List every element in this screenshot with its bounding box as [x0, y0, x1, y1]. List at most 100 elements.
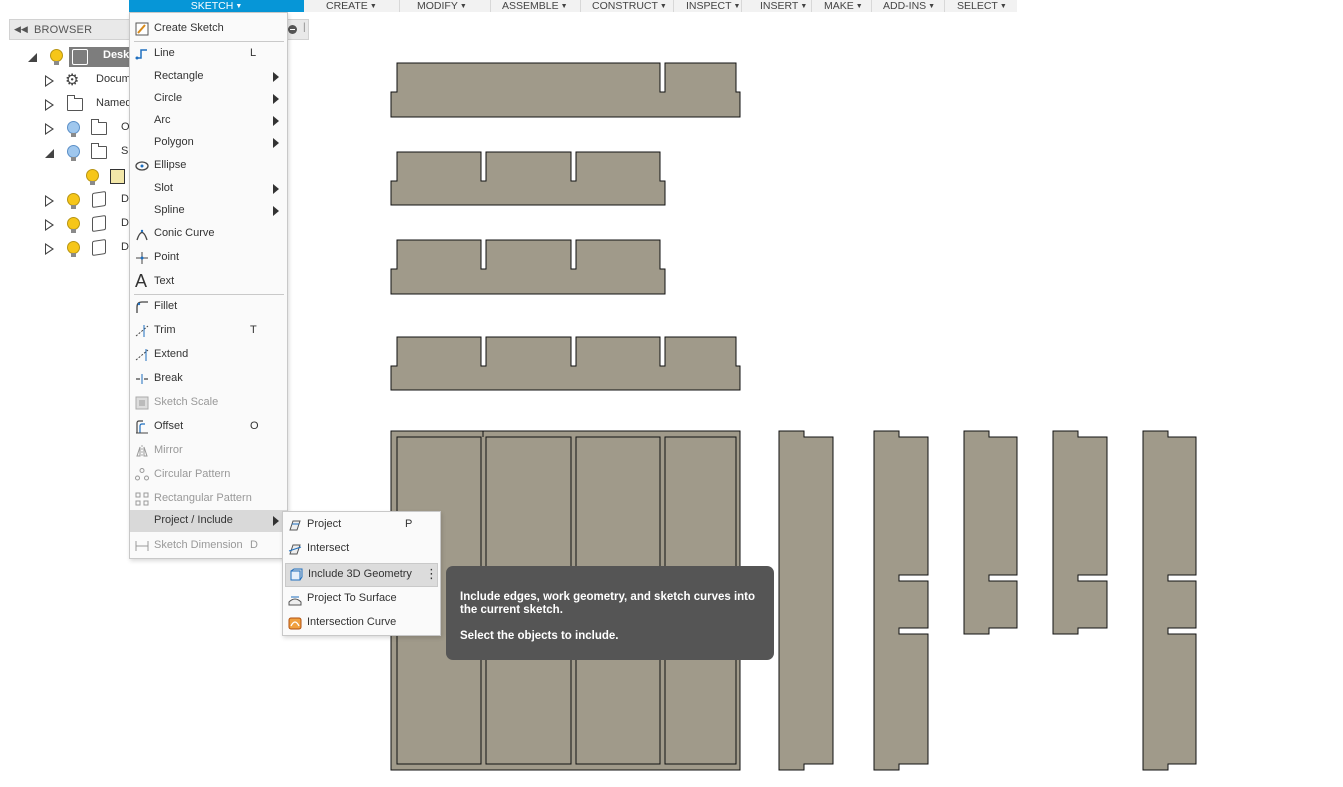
- visibility-bulb-icon[interactable]: [67, 217, 80, 233]
- menu-item-text[interactable]: A Text: [130, 271, 287, 293]
- body-icon: [92, 191, 106, 208]
- menu-item-fillet[interactable]: Fillet: [130, 296, 287, 318]
- menu-item-rectangular-pattern[interactable]: Rectangular Pattern: [130, 488, 287, 510]
- menu-item-break[interactable]: Break: [130, 368, 287, 390]
- assemble-tab[interactable]: ASSEMBLE ▼: [502, 0, 568, 12]
- minimize-icon[interactable]: [288, 25, 297, 34]
- sketch-tab-label: SKETCH: [190, 0, 234, 12]
- point-icon: [136, 252, 148, 264]
- collapsed-triangle-icon[interactable]: [45, 219, 54, 231]
- vertical-part-5[interactable]: [1142, 430, 1197, 771]
- inspect-tab-label: INSPECT: [686, 0, 732, 12]
- inspect-tab[interactable]: INSPECT ▼: [686, 0, 740, 12]
- toolbar-divider: [944, 0, 945, 12]
- make-tab[interactable]: MAKE ▼: [824, 0, 863, 12]
- submenu-item-project-to-surface[interactable]: Project To Surface: [283, 588, 440, 612]
- ellipse-icon: [135, 161, 149, 171]
- submenu-item-project[interactable]: Project P: [283, 514, 440, 538]
- visibility-bulb-icon[interactable]: [67, 241, 80, 257]
- menu-label: Include 3D Geometry: [308, 568, 412, 580]
- menu-divider: [134, 41, 284, 42]
- tooltip-description: Include edges, work geometry, and sketch…: [460, 591, 756, 616]
- insert-tab[interactable]: INSERT ▼: [760, 0, 807, 12]
- add-ins-tab-label: ADD-INS: [883, 0, 927, 12]
- menu-item-sketch-scale[interactable]: Sketch Scale: [130, 392, 287, 414]
- toolbar-divider: [871, 0, 872, 12]
- vertical-part-4[interactable]: [1052, 430, 1108, 635]
- menu-item-line[interactable]: Line L: [130, 43, 287, 65]
- collapsed-triangle-icon[interactable]: [45, 195, 54, 207]
- add-ins-tab[interactable]: ADD-INS ▼: [883, 0, 935, 12]
- panel-part-3[interactable]: [390, 239, 666, 295]
- include-3d-geometry-icon: [290, 568, 303, 581]
- menu-label: Extend: [154, 348, 189, 360]
- menu-item-spline[interactable]: Spline: [130, 200, 287, 222]
- menu-label: Intersect: [307, 542, 350, 554]
- tree-label-sketches: S: [121, 145, 129, 157]
- vertical-part-1[interactable]: [778, 430, 834, 771]
- menu-label: Rectangle: [154, 70, 204, 82]
- menu-item-rectangle[interactable]: Rectangle: [130, 66, 287, 88]
- vertical-part-3[interactable]: [963, 430, 1018, 635]
- menu-item-trim[interactable]: Trim T: [130, 320, 287, 342]
- menu-item-point[interactable]: Point: [130, 247, 287, 269]
- select-tab[interactable]: SELECT ▼: [957, 0, 1007, 12]
- menu-item-project-include[interactable]: Project / Include: [130, 510, 287, 532]
- project-include-submenu: Project P Intersect Include 3D Geometry …: [282, 511, 441, 636]
- menu-item-arc[interactable]: Arc: [130, 110, 287, 132]
- caret-down-icon: ▼: [659, 3, 667, 10]
- sketch-tab[interactable]: SKETCH ▼: [129, 0, 304, 12]
- menu-item-offset[interactable]: Offset O: [130, 416, 287, 438]
- submenu-item-include-3d-geometry[interactable]: Include 3D Geometry ⋮: [285, 563, 438, 587]
- panel-part-4[interactable]: [390, 336, 741, 391]
- menu-item-sketch-dimension[interactable]: Sketch Dimension D: [130, 535, 287, 557]
- caret-down-icon: ▼: [733, 3, 741, 10]
- menu-item-extend[interactable]: Extend: [130, 344, 287, 366]
- expanded-triangle-icon[interactable]: [27, 52, 38, 63]
- more-options-icon[interactable]: ⋮: [425, 567, 438, 580]
- menu-item-mirror[interactable]: Mirror: [130, 440, 287, 462]
- menu-item-ellipse[interactable]: Ellipse: [130, 155, 287, 177]
- collapsed-triangle-icon[interactable]: [45, 123, 54, 135]
- menu-item-conic-curve[interactable]: Conic Curve: [130, 223, 287, 245]
- modify-tab-label: MODIFY: [417, 0, 458, 12]
- menu-label: Intersection Curve: [307, 616, 397, 628]
- submenu-item-intersect[interactable]: Intersect: [283, 538, 440, 562]
- create-tab[interactable]: CREATE ▼: [326, 0, 377, 12]
- construct-tab[interactable]: CONSTRUCT ▼: [592, 0, 667, 12]
- collapsed-triangle-icon[interactable]: [45, 75, 54, 87]
- visibility-bulb-icon[interactable]: [67, 121, 80, 137]
- offset-icon: [136, 420, 148, 434]
- sketch-scale-icon: [135, 396, 149, 410]
- menu-item-polygon[interactable]: Polygon: [130, 132, 287, 154]
- menu-label: Spline: [154, 204, 185, 216]
- tooltip-instruction: Select the objects to include.: [460, 630, 619, 642]
- project-to-surface-icon: [288, 596, 302, 606]
- panel-part-1[interactable]: [390, 62, 741, 118]
- panel-part-2[interactable]: [390, 151, 666, 206]
- menu-item-circular-pattern[interactable]: Circular Pattern: [130, 464, 287, 486]
- collapsed-triangle-icon[interactable]: [45, 243, 54, 255]
- vertical-part-2[interactable]: [873, 430, 929, 771]
- menu-label: Text: [154, 275, 175, 287]
- menu-item-create-sketch[interactable]: Create Sketch: [130, 18, 287, 40]
- expanded-triangle-icon[interactable]: [44, 148, 55, 159]
- menu-shortcut: T: [250, 324, 257, 336]
- submenu-item-intersection-curve[interactable]: Intersection Curve: [283, 612, 440, 636]
- project-icon: [289, 520, 301, 531]
- menu-label: Sketch Scale: [154, 396, 219, 408]
- fillet-icon: [136, 301, 148, 313]
- pin-icon[interactable]: |: [303, 22, 306, 33]
- visibility-bulb-icon[interactable]: [50, 49, 63, 65]
- visibility-bulb-icon[interactable]: [67, 193, 80, 209]
- toolbar: SKETCH ▼ CREATE ▼ MODIFY ▼ ASSEMBLE ▼ CONSTR…: [129, 0, 1017, 12]
- visibility-bulb-icon[interactable]: [67, 145, 80, 161]
- menu-item-circle[interactable]: Circle: [130, 88, 287, 110]
- insert-tab-label: INSERT: [760, 0, 799, 12]
- toolbar-divider: [673, 0, 674, 12]
- menu-item-slot[interactable]: Slot: [130, 178, 287, 200]
- collapsed-triangle-icon[interactable]: [45, 99, 54, 111]
- collapse-panel-icon[interactable]: ◀◀: [14, 24, 28, 35]
- modify-tab[interactable]: MODIFY ▼: [417, 0, 467, 12]
- visibility-bulb-icon[interactable]: [86, 169, 99, 185]
